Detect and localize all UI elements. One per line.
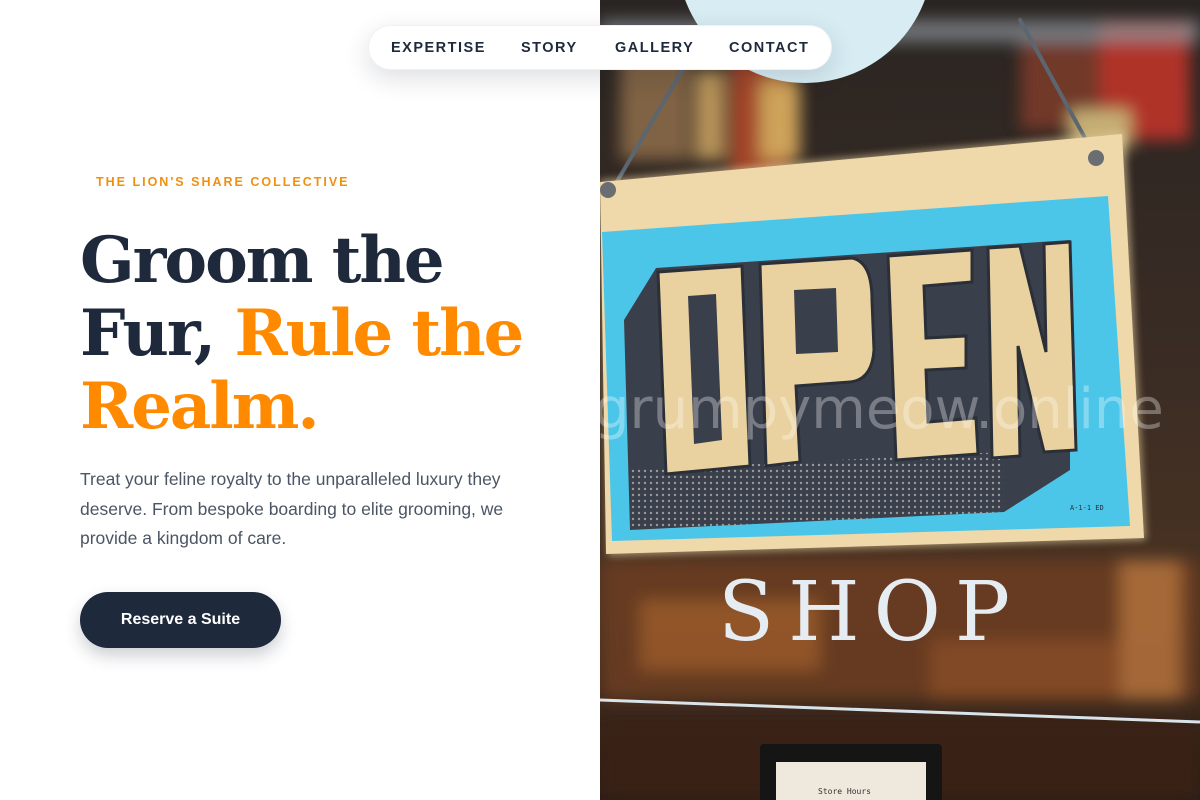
hero-headline: Groom the Fur, Rule the Realm. <box>80 224 560 443</box>
reserve-suite-button[interactable]: Reserve a Suite <box>80 592 281 648</box>
hero-description: Treat your feline royalty to the unparal… <box>80 469 504 548</box>
headline-line-2-accent: Rule the <box>234 296 524 371</box>
headline-line-2-plain: Fur, <box>80 296 235 371</box>
nav-link-gallery[interactable]: GALLERY <box>615 26 694 71</box>
brand-eyebrow: THE LION'S SHARE COLLECTIVE <box>96 175 350 189</box>
store-hours-card-text: Store Hours <box>818 787 871 796</box>
headline-line-1: Groom the <box>80 223 445 298</box>
window-lettering: SHOP <box>718 565 1024 660</box>
window-shop-text: SHOP <box>718 565 1024 660</box>
nav-link-expertise[interactable]: EXPERTISE <box>391 26 486 71</box>
hero-section: THE LION'S SHARE COLLECTIVE Groom the Fu… <box>0 0 600 800</box>
svg-text:A-1-1 ED: A-1-1 ED <box>1070 504 1104 512</box>
nav-link-story[interactable]: STORY <box>521 26 578 71</box>
headline-line-3-accent: Realm. <box>80 369 320 444</box>
watermark-text: grumpymeow.online <box>600 377 1164 442</box>
nav-link-contact[interactable]: CONTACT <box>729 26 809 71</box>
top-navigation: EXPERTISE STORY GALLERY CONTACT <box>368 25 832 70</box>
